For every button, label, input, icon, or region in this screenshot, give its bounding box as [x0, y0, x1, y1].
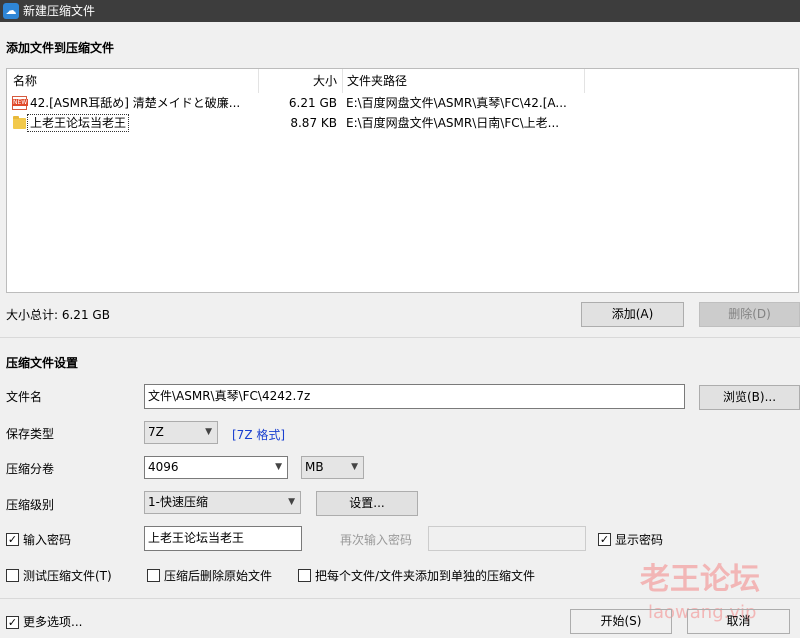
- more-options-label[interactable]: 更多选项...: [23, 614, 82, 630]
- settings-section-title: 压缩文件设置: [6, 356, 79, 370]
- window-title: 新建压缩文件: [23, 4, 96, 18]
- volume-unit-select[interactable]: MB ▼: [301, 456, 364, 479]
- separate-archives-label[interactable]: 把每个文件/文件夹添加到单独的压缩文件: [315, 568, 535, 584]
- file-name: 上老王论坛当老王: [27, 114, 130, 132]
- chevron-down-icon: ▼: [205, 427, 212, 437]
- list-header: 名称 大小 文件夹路径: [7, 69, 798, 93]
- delete-button[interactable]: 删除(D): [699, 302, 800, 327]
- volume-unit-value: MB: [305, 460, 324, 474]
- chevron-down-icon: ▼: [351, 462, 358, 472]
- save-type-value: 7Z: [148, 425, 164, 439]
- file-size: 6.21 GB: [288, 96, 337, 110]
- save-type-label: 保存类型: [6, 427, 55, 441]
- volume-size-combo[interactable]: 4096 ▼: [144, 456, 288, 479]
- new-file-icon: NEW: [12, 96, 29, 110]
- volume-size-value: 4096: [148, 460, 179, 474]
- add-section-title: 添加文件到压缩文件: [6, 41, 115, 55]
- watermark-logo: 老王论坛: [640, 562, 760, 597]
- test-archive-checkbox[interactable]: [6, 569, 19, 582]
- browse-button[interactable]: 浏览(B)...: [699, 385, 800, 410]
- column-header-name[interactable]: 名称: [13, 69, 37, 93]
- volume-label: 压缩分卷: [6, 462, 55, 476]
- file-path: E:\百度网盘文件\ASMR\日南\FC\上老...: [346, 116, 560, 130]
- chevron-down-icon: ▼: [275, 462, 282, 472]
- password-input[interactable]: 上老王论坛当老王: [144, 526, 302, 551]
- footer-divider: [0, 598, 800, 599]
- level-select[interactable]: 1-快速压缩 ▼: [144, 491, 301, 514]
- file-list[interactable]: 名称 大小 文件夹路径 NEW 42.[ASMR耳舐め] 清楚メイドと破廉...…: [6, 68, 799, 293]
- section-divider: [0, 337, 800, 338]
- file-size: 8.87 KB: [290, 116, 337, 130]
- repeat-password-input[interactable]: [428, 526, 586, 551]
- start-button[interactable]: 开始(S): [570, 609, 672, 634]
- file-name: 42.[ASMR耳舐め] 清楚メイドと破廉...: [30, 96, 241, 110]
- file-path: E:\百度网盘文件\ASMR\真琴\FC\42.[A...: [346, 96, 567, 110]
- column-divider[interactable]: [342, 69, 343, 93]
- password-checkbox[interactable]: ✓: [6, 533, 19, 546]
- total-size-label: 大小总计: 6.21 GB: [6, 308, 110, 322]
- add-button[interactable]: 添加(A): [581, 302, 684, 327]
- cancel-button[interactable]: 取消: [687, 609, 790, 634]
- show-password-label[interactable]: 显示密码: [615, 532, 663, 548]
- delete-after-label[interactable]: 压缩后删除原始文件: [164, 568, 272, 584]
- column-header-path[interactable]: 文件夹路径: [347, 69, 407, 93]
- test-archive-label[interactable]: 测试压缩文件(T): [23, 568, 112, 584]
- filename-label: 文件名: [6, 390, 43, 404]
- save-type-select[interactable]: 7Z ▼: [144, 421, 218, 444]
- folder-icon: [13, 116, 26, 129]
- column-divider[interactable]: [584, 69, 585, 93]
- chevron-down-icon: ▼: [288, 497, 295, 507]
- show-password-checkbox[interactable]: ✓: [598, 533, 611, 546]
- cloud-icon: ☁: [3, 3, 19, 19]
- title-bar: ☁ 新建压缩文件: [0, 0, 800, 22]
- settings-button[interactable]: 设置...: [316, 491, 418, 516]
- password-checkbox-label[interactable]: 输入密码: [23, 532, 71, 548]
- column-header-size[interactable]: 大小: [259, 69, 337, 93]
- filename-input[interactable]: 文件\ASMR\真琴\FC\4242.7z: [144, 384, 685, 409]
- more-options-checkbox[interactable]: ✓: [6, 616, 19, 629]
- delete-after-checkbox[interactable]: [147, 569, 160, 582]
- file-row[interactable]: NEW 42.[ASMR耳舐め] 清楚メイドと破廉... 6.21 GB E:\…: [7, 93, 798, 113]
- file-row[interactable]: 上老王论坛当老王 8.87 KB E:\百度网盘文件\ASMR\日南\FC\上老…: [7, 113, 798, 133]
- format-link[interactable]: [7Z 格式]: [232, 426, 285, 443]
- repeat-password-label: 再次输入密码: [340, 533, 413, 547]
- separate-archives-checkbox[interactable]: [298, 569, 311, 582]
- level-label: 压缩级别: [6, 498, 55, 512]
- level-value: 1-快速压缩: [148, 495, 208, 509]
